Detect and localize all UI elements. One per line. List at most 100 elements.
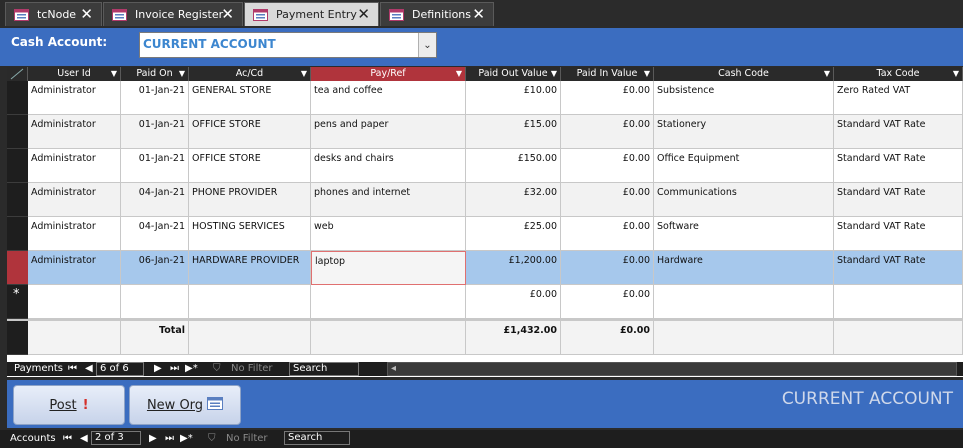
next-record-icon[interactable]: ▶ — [149, 432, 157, 446]
paid-out-cell[interactable]: £150.00 — [466, 149, 561, 183]
new-row-user-cell[interactable] — [28, 285, 121, 319]
dropdown-arrow-icon[interactable]: ▼ — [644, 67, 650, 81]
cash-code-cell[interactable]: Software — [654, 217, 834, 251]
current-record-field[interactable]: 6 of 6 — [96, 362, 144, 376]
tab-payment-entry[interactable]: Payment Entry ✕ — [244, 2, 379, 26]
tab-definitions[interactable]: Definitions ✕ — [380, 2, 494, 26]
paid-in-cell[interactable]: £0.00 — [561, 149, 654, 183]
paid-in-cell[interactable]: £0.00 — [561, 251, 654, 285]
dropdown-arrow-icon[interactable]: ▼ — [551, 67, 557, 81]
close-icon[interactable]: ✕ — [357, 6, 370, 22]
accd-cell[interactable]: GENERAL STORE — [189, 81, 311, 115]
record-selector[interactable] — [7, 149, 28, 183]
tax-code-cell[interactable]: Standard VAT Rate — [834, 183, 963, 217]
pay-ref-cell[interactable]: laptop — [311, 251, 466, 285]
paid-in-cell[interactable]: £0.00 — [561, 183, 654, 217]
paid-on-cell[interactable]: 06-Jan-21 — [121, 251, 189, 285]
no-filter-label[interactable]: No Filter — [226, 432, 268, 446]
search-input[interactable]: Search — [284, 431, 350, 445]
new-row-paid-on-cell[interactable] — [121, 285, 189, 319]
no-filter-label[interactable]: No Filter — [231, 362, 273, 376]
pay-ref-cell[interactable]: phones and internet — [311, 183, 466, 217]
first-record-icon[interactable]: ⏮ — [63, 432, 72, 446]
new-row-cash-code-cell[interactable] — [654, 285, 834, 319]
dropdown-arrow-icon[interactable]: ▼ — [824, 67, 830, 81]
column-header-accd[interactable]: Ac/Cd ▼ — [189, 67, 311, 81]
tax-code-cell[interactable]: Standard VAT Rate — [834, 115, 963, 149]
tax-code-cell[interactable]: Zero Rated VAT — [834, 81, 963, 115]
dropdown-arrow-icon[interactable]: ▼ — [301, 67, 307, 81]
accd-cell[interactable]: HARDWARE PROVIDER — [189, 251, 311, 285]
scroll-left-icon[interactable]: ◂ — [391, 362, 396, 376]
paid-out-cell[interactable]: £1,200.00 — [466, 251, 561, 285]
new-row-tax-code-cell[interactable] — [834, 285, 963, 319]
paid-on-cell[interactable]: 01-Jan-21 — [121, 149, 189, 183]
paid-in-cell[interactable]: £0.00 — [561, 81, 654, 115]
column-header-cash-code[interactable]: Cash Code ▼ — [654, 67, 834, 81]
paid-out-cell[interactable]: £25.00 — [466, 217, 561, 251]
tab-tcnode[interactable]: tcNode ✕ — [5, 2, 102, 26]
paid-on-cell[interactable]: 01-Jan-21 — [121, 115, 189, 149]
paid-in-cell[interactable]: £0.00 — [561, 217, 654, 251]
dropdown-arrow-icon[interactable]: ▼ — [111, 67, 117, 81]
new-row-accd-cell[interactable] — [189, 285, 311, 319]
cash-code-cell[interactable]: Subsistence — [654, 81, 834, 115]
column-header-user-id[interactable]: User Id ▼ — [28, 67, 121, 81]
user-id-cell[interactable]: Administrator — [28, 251, 121, 285]
dropdown-arrow-icon[interactable]: ▼ — [953, 67, 959, 81]
new-row-payref-cell[interactable] — [311, 285, 466, 319]
cash-code-cell[interactable]: Stationery — [654, 115, 834, 149]
column-header-paid-in-value[interactable]: Paid In Value ▼ — [561, 67, 654, 81]
accd-cell[interactable]: HOSTING SERVICES — [189, 217, 311, 251]
column-header-pay-ref[interactable]: Pay/Ref ▼ — [311, 67, 466, 81]
user-id-cell[interactable]: Administrator — [28, 149, 121, 183]
column-header-tax-code[interactable]: Tax Code ▼ — [834, 67, 963, 81]
filter-icon[interactable]: ⛉ — [208, 432, 216, 446]
chevron-down-icon[interactable]: ⌄ — [418, 33, 436, 57]
pay-ref-cell[interactable]: desks and chairs — [311, 149, 466, 183]
new-org-button[interactable]: New Org — [129, 385, 241, 425]
sort-descending-icon[interactable]: ▼ — [179, 67, 185, 81]
new-record-icon[interactable]: ▶* — [180, 432, 193, 446]
new-row-paid-out-cell[interactable]: £0.00 — [466, 285, 561, 319]
pay-ref-cell[interactable]: pens and paper — [311, 115, 466, 149]
record-selector[interactable] — [7, 115, 28, 149]
record-selector[interactable] — [7, 81, 28, 115]
accd-cell[interactable]: OFFICE STORE — [189, 149, 311, 183]
previous-record-icon[interactable]: ◀ — [80, 432, 88, 446]
close-icon[interactable]: ✕ — [472, 6, 485, 22]
user-id-cell[interactable]: Administrator — [28, 81, 121, 115]
last-record-icon[interactable]: ⏭ — [170, 362, 179, 376]
dropdown-arrow-icon[interactable]: ▼ — [456, 67, 462, 81]
paid-out-cell[interactable]: £10.00 — [466, 81, 561, 115]
search-input[interactable]: Search — [289, 362, 359, 376]
current-record-field[interactable]: 2 of 3 — [91, 431, 141, 445]
cash-code-cell[interactable]: Office Equipment — [654, 149, 834, 183]
column-header-paid-out-value[interactable]: Paid Out Value ▼ — [466, 67, 561, 81]
tab-invoice-register[interactable]: Invoice Register ✕ — [103, 2, 243, 26]
new-record-selector[interactable]: * — [7, 285, 28, 319]
new-row-paid-in-cell[interactable]: £0.00 — [561, 285, 654, 319]
post-button[interactable]: Post ! — [13, 385, 125, 425]
horizontal-scrollbar[interactable] — [387, 362, 957, 376]
tax-code-cell[interactable]: Standard VAT Rate — [834, 251, 963, 285]
cash-account-combo[interactable]: CURRENT ACCOUNT ⌄ — [139, 32, 437, 58]
user-id-cell[interactable]: Administrator — [28, 183, 121, 217]
close-icon[interactable]: ✕ — [221, 6, 234, 22]
column-header-paid-on[interactable]: Paid On ▼ — [121, 67, 189, 81]
previous-record-icon[interactable]: ◀ — [85, 362, 93, 376]
cash-code-cell[interactable]: Communications — [654, 183, 834, 217]
filter-icon[interactable]: ⛉ — [213, 362, 221, 376]
paid-on-cell[interactable]: 04-Jan-21 — [121, 217, 189, 251]
paid-out-cell[interactable]: £32.00 — [466, 183, 561, 217]
paid-in-cell[interactable]: £0.00 — [561, 115, 654, 149]
paid-out-cell[interactable]: £15.00 — [466, 115, 561, 149]
close-icon[interactable]: ✕ — [80, 6, 93, 22]
select-all-button[interactable] — [7, 67, 28, 81]
new-record-icon[interactable]: ▶* — [185, 362, 198, 376]
user-id-cell[interactable]: Administrator — [28, 217, 121, 251]
accd-cell[interactable]: PHONE PROVIDER — [189, 183, 311, 217]
record-selector[interactable] — [7, 251, 28, 285]
record-selector[interactable] — [7, 217, 28, 251]
record-selector[interactable] — [7, 183, 28, 217]
